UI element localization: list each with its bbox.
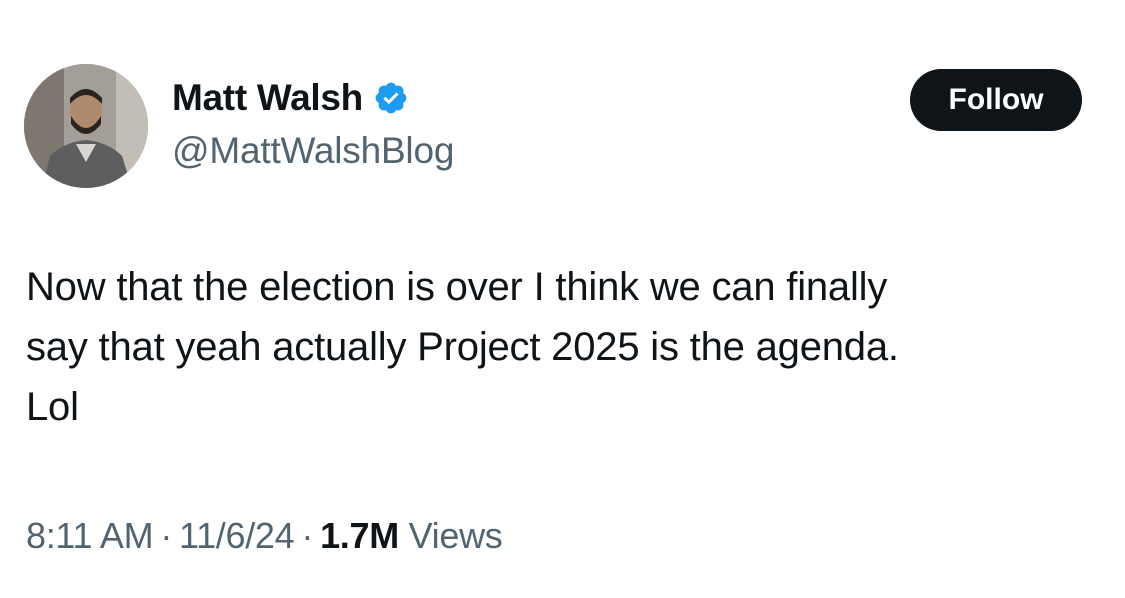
tweet-meta: 8:11 AM · 11/6/24 · 1.7M Views	[26, 515, 503, 557]
meta-separator: ·	[160, 515, 173, 556]
author-display-name[interactable]: Matt Walsh	[172, 77, 363, 119]
follow-button[interactable]: Follow	[910, 69, 1082, 131]
verified-badge-icon	[375, 82, 407, 114]
avatar-photo	[24, 64, 148, 188]
tweet-card: Matt Walsh @MattWalshBlog Follow Now tha…	[0, 0, 1125, 598]
tweet-time[interactable]: 8:11 AM	[26, 515, 154, 556]
tweet-text-line: Now that the election is over I think we…	[26, 265, 888, 309]
tweet-date[interactable]: 11/6/24	[179, 515, 295, 556]
views-label: Views	[408, 515, 503, 556]
tweet-text-line: say that yeah actually Project 2025 is t…	[26, 325, 899, 369]
author-name-row: Matt Walsh	[172, 76, 409, 120]
tweet-body: Now that the election is over I think we…	[26, 257, 1096, 437]
tweet-text-line: Lol	[26, 385, 79, 429]
avatar[interactable]	[24, 64, 148, 188]
meta-separator: ·	[301, 515, 314, 556]
views-count: 1.7M	[320, 515, 399, 556]
author-handle[interactable]: @MattWalshBlog	[172, 130, 454, 172]
